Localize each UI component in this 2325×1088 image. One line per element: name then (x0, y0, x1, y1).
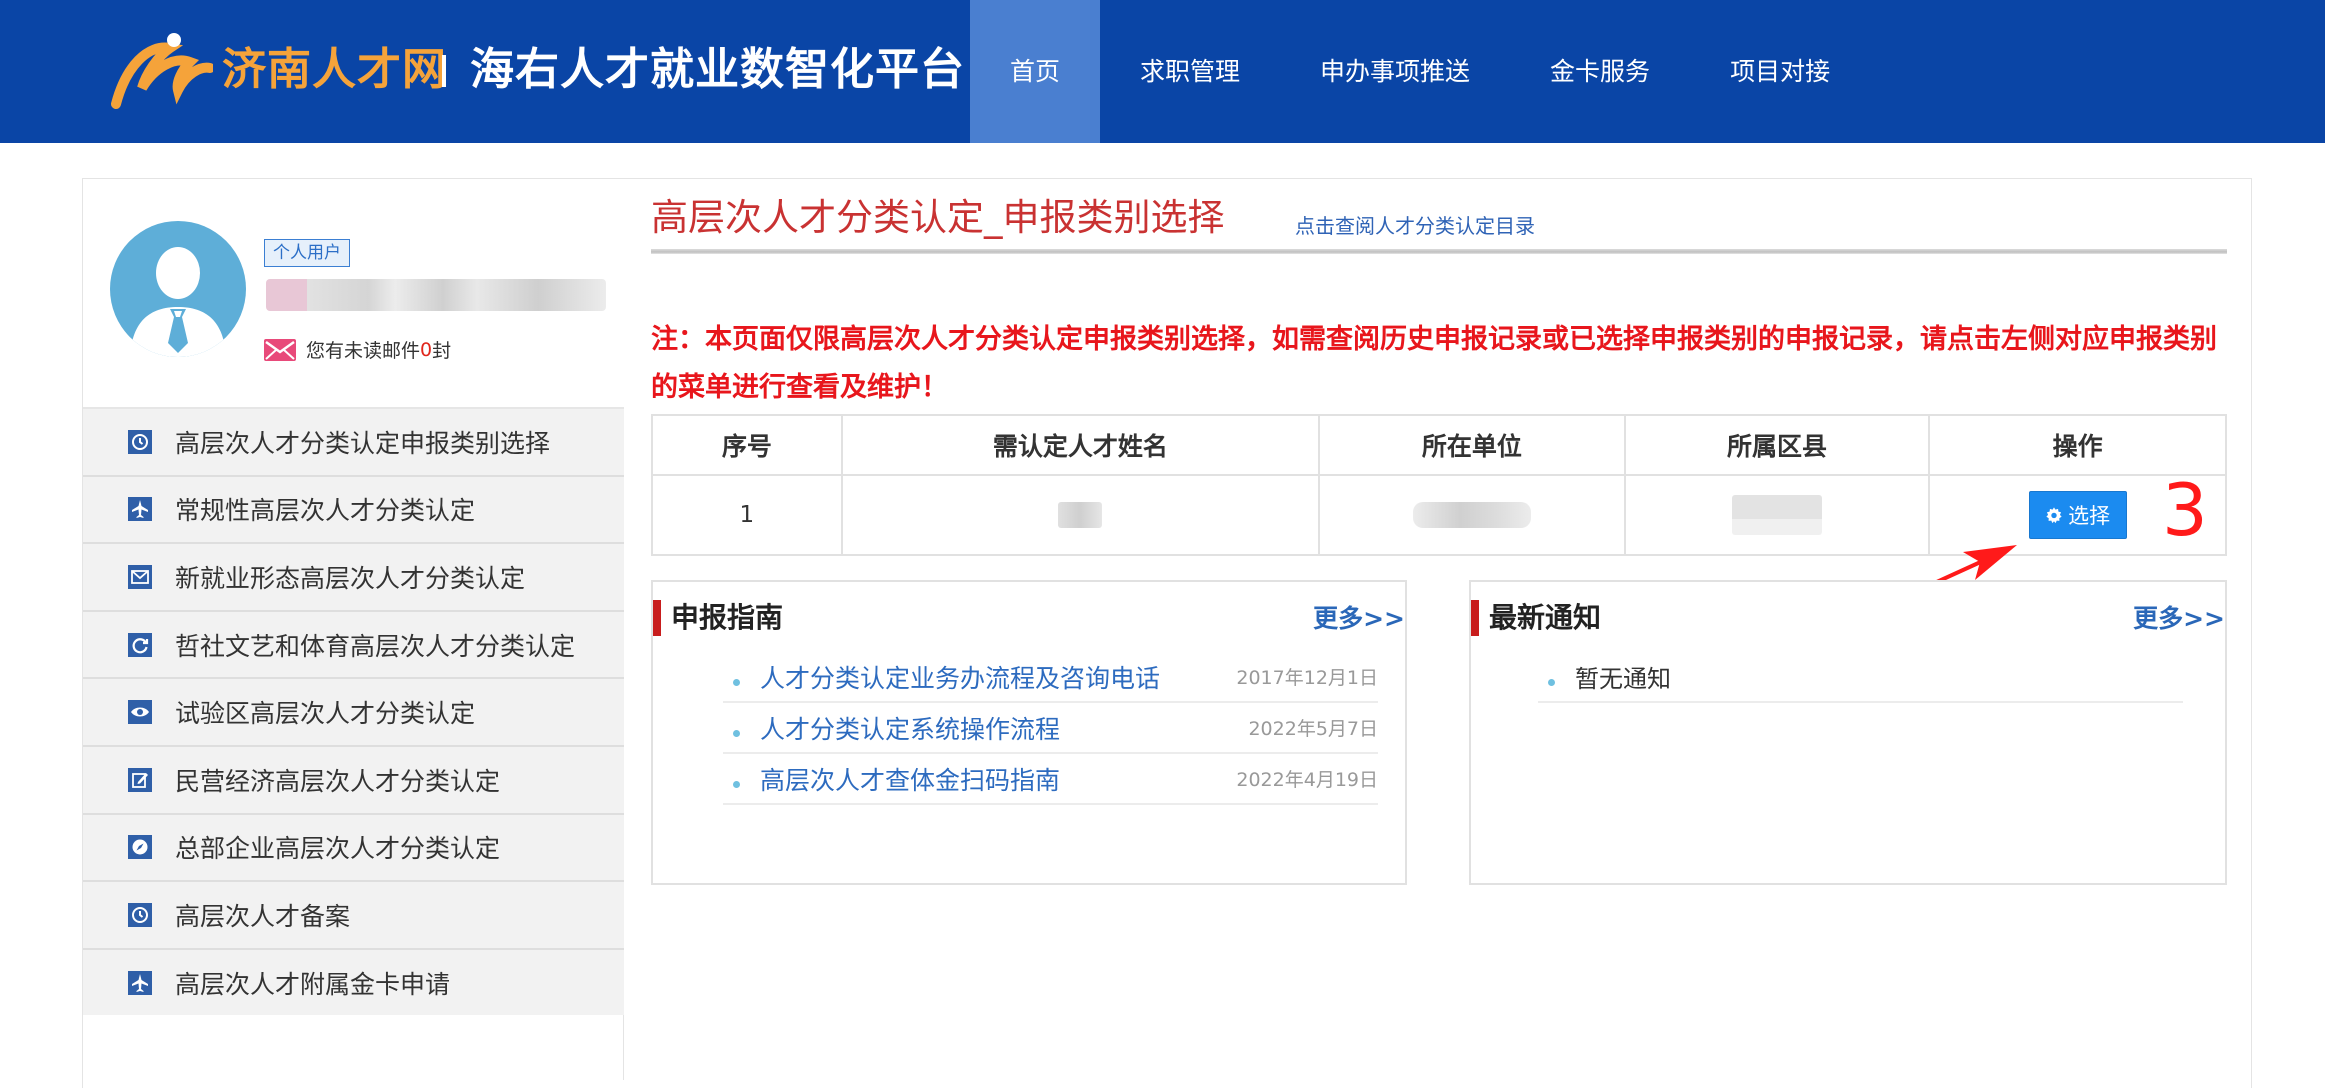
column-header-name: 需认定人才姓名 (840, 414, 1320, 476)
avatar (110, 221, 246, 357)
guide-panel: 申报指南 更多>> 人才分类认定业务办流程及咨询电话 2017年12月1日 人才… (651, 580, 1407, 885)
row-employer-redacted (1317, 474, 1626, 556)
list-item: 高层次人才查体金扫码指南 2022年4月19日 (723, 754, 1378, 805)
sidebar-item-social-arts-sports[interactable]: 哲社文艺和体育高层次人才分类认定 (83, 609, 624, 678)
guide-link[interactable]: 人才分类认定业务办流程及咨询电话 (760, 659, 1160, 695)
sidebar-item-label: 试验区高层次人才分类认定 (175, 699, 476, 729)
sidebar-item-label: 民营经济高层次人才分类认定 (175, 766, 501, 796)
page-title: 高层次人才分类认定_申报类别选择 (651, 196, 1225, 239)
news-list: 暂无通知 (1538, 652, 2183, 703)
sidebar-item-category-selection[interactable]: 高层次人才分类认定申报类别选择 (83, 407, 624, 475)
main-nav: 首页 求职管理 申办事项推送 金卡服务 项目对接 (970, 0, 1870, 143)
redacted-district (1731, 495, 1822, 535)
news-panel: 最新通知 更多>> 暂无通知 (1469, 580, 2227, 885)
sidebar-item-headquarters-enterprise[interactable]: 总部企业高层次人才分类认定 (83, 812, 624, 881)
username-redacted (266, 279, 606, 311)
bullet-icon (733, 679, 740, 686)
user-silhouette-icon (130, 247, 226, 357)
guide-date: 2022年4月19日 (1236, 769, 1378, 791)
list-item: 人才分类认定业务办流程及咨询电话 2017年12月1日 (723, 652, 1378, 703)
clock-icon (128, 429, 152, 454)
mail-suffix: 封 (432, 340, 452, 362)
mail-count: 0 (420, 338, 433, 361)
redacted-name (1058, 502, 1103, 529)
row-index: 1 (651, 474, 843, 556)
talent-catalog-link[interactable]: 点击查阅人才分类认定目录 (1295, 210, 1535, 239)
redacted-employer (1412, 502, 1531, 529)
envelope-icon (128, 564, 152, 589)
sidebar-item-pilot-zone[interactable]: 试验区高层次人才分类认定 (83, 677, 624, 745)
sidebar-item-gold-card-application[interactable]: 高层次人才附属金卡申请 (83, 947, 624, 1016)
news-empty-text: 暂无通知 (1575, 665, 1671, 693)
table-header-row: 序号 需认定人才姓名 所在单位 所属区县 操作 (651, 414, 2227, 476)
edit-icon (128, 767, 152, 792)
applicant-table: 序号 需认定人才姓名 所在单位 所属区县 操作 1 选择 (651, 414, 2227, 556)
sidebar-item-label: 总部企业高层次人才分类认定 (175, 834, 501, 864)
news-panel-title: 最新通知 (1471, 600, 1601, 636)
compass-icon (128, 835, 152, 860)
guide-list: 人才分类认定业务办流程及咨询电话 2017年12月1日 人才分类认定系统操作流程… (723, 652, 1378, 805)
column-header-district: 所属区县 (1623, 414, 1931, 476)
mail-prefix: 您有未读邮件 (306, 340, 421, 362)
row-name-redacted (840, 474, 1320, 556)
site-name[interactable]: 济南人才网 (222, 40, 447, 100)
guide-link[interactable]: 人才分类认定系统操作流程 (760, 710, 1060, 746)
sidebar: 个人用户 您有未读邮件 0 封 高层次人才分类认定申报类别选择 常规性高层次人才分类… (83, 179, 624, 1080)
sidebar-item-label: 高层次人才附属金卡申请 (175, 969, 451, 999)
step-annotation-number: 3 (2162, 468, 2208, 552)
sidebar-menu: 高层次人才分类认定申报类别选择 常规性高层次人才分类认定 新就业形态高层次人才分… (83, 407, 624, 1016)
gear-icon (2046, 507, 2062, 524)
bullet-icon (733, 781, 740, 788)
plane-icon (128, 497, 152, 522)
guide-link[interactable]: 高层次人才查体金扫码指南 (760, 761, 1060, 797)
column-header-index: 序号 (651, 414, 843, 476)
nav-job-management[interactable]: 求职管理 (1100, 0, 1280, 143)
sidebar-item-label: 新就业形态高层次人才分类认定 (175, 563, 526, 593)
select-button-label: 选择 (2068, 504, 2111, 528)
logo-swoosh-icon (111, 33, 213, 109)
sidebar-item-new-employment-forms[interactable]: 新就业形态高层次人才分类认定 (83, 542, 624, 610)
title-divider (651, 249, 2227, 254)
logo-separator (442, 55, 446, 87)
refresh-icon (128, 632, 152, 657)
nav-project-docking[interactable]: 项目对接 (1690, 0, 1870, 143)
unread-mail-info[interactable]: 您有未读邮件 0 封 (264, 336, 451, 363)
sidebar-item-regular-recognition[interactable]: 常规性高层次人才分类认定 (83, 474, 624, 543)
list-item: 暂无通知 (1538, 652, 2183, 703)
news-more-link[interactable]: 更多>> (2133, 602, 2225, 636)
sidebar-item-private-economy[interactable]: 民营经济高层次人才分类认定 (83, 744, 624, 813)
user-profile: 个人用户 您有未读邮件 0 封 (83, 179, 624, 407)
guide-panel-title: 申报指南 (653, 600, 783, 636)
list-item: 人才分类认定系统操作流程 2022年5月7日 (723, 703, 1378, 754)
user-type-badge: 个人用户 (264, 239, 350, 267)
plane-icon (128, 970, 152, 995)
bullet-icon (1548, 679, 1555, 686)
clock-icon (128, 902, 152, 927)
column-header-employer: 所在单位 (1317, 414, 1626, 476)
eye-icon (128, 700, 152, 725)
platform-name: 海右人才就业数智化平台 (470, 44, 965, 95)
guide-more-link[interactable]: 更多>> (1313, 602, 1405, 636)
nav-home[interactable]: 首页 (970, 0, 1101, 143)
nav-gold-card-service[interactable]: 金卡服务 (1510, 0, 1690, 143)
sidebar-item-label: 高层次人才备案 (175, 901, 351, 931)
guide-date: 2017年12月1日 (1236, 667, 1378, 689)
guide-date: 2022年5月7日 (1248, 718, 1378, 740)
sidebar-item-label: 哲社文艺和体育高层次人才分类认定 (175, 631, 576, 661)
sidebar-item-label: 高层次人才分类认定申报类别选择 (175, 428, 551, 458)
top-header: 济南人才网 海右人才就业数智化平台 首页 求职管理 申办事项推送 金卡服务 项目… (0, 0, 2325, 143)
sidebar-item-label: 常规性高层次人才分类认定 (175, 496, 476, 526)
mail-icon (264, 338, 296, 361)
nav-application-push[interactable]: 申办事项推送 (1280, 0, 1510, 143)
bullet-icon (733, 730, 740, 737)
column-header-action: 操作 (1928, 414, 2227, 476)
page-notice: 注：本页面仅限高层次人才分类认定申报类别选择，如需查阅历史申报记录或已选择申报类… (651, 324, 2217, 403)
sidebar-item-talent-filing[interactable]: 高层次人才备案 (83, 880, 624, 948)
select-button[interactable]: 选择 (2028, 491, 2127, 539)
